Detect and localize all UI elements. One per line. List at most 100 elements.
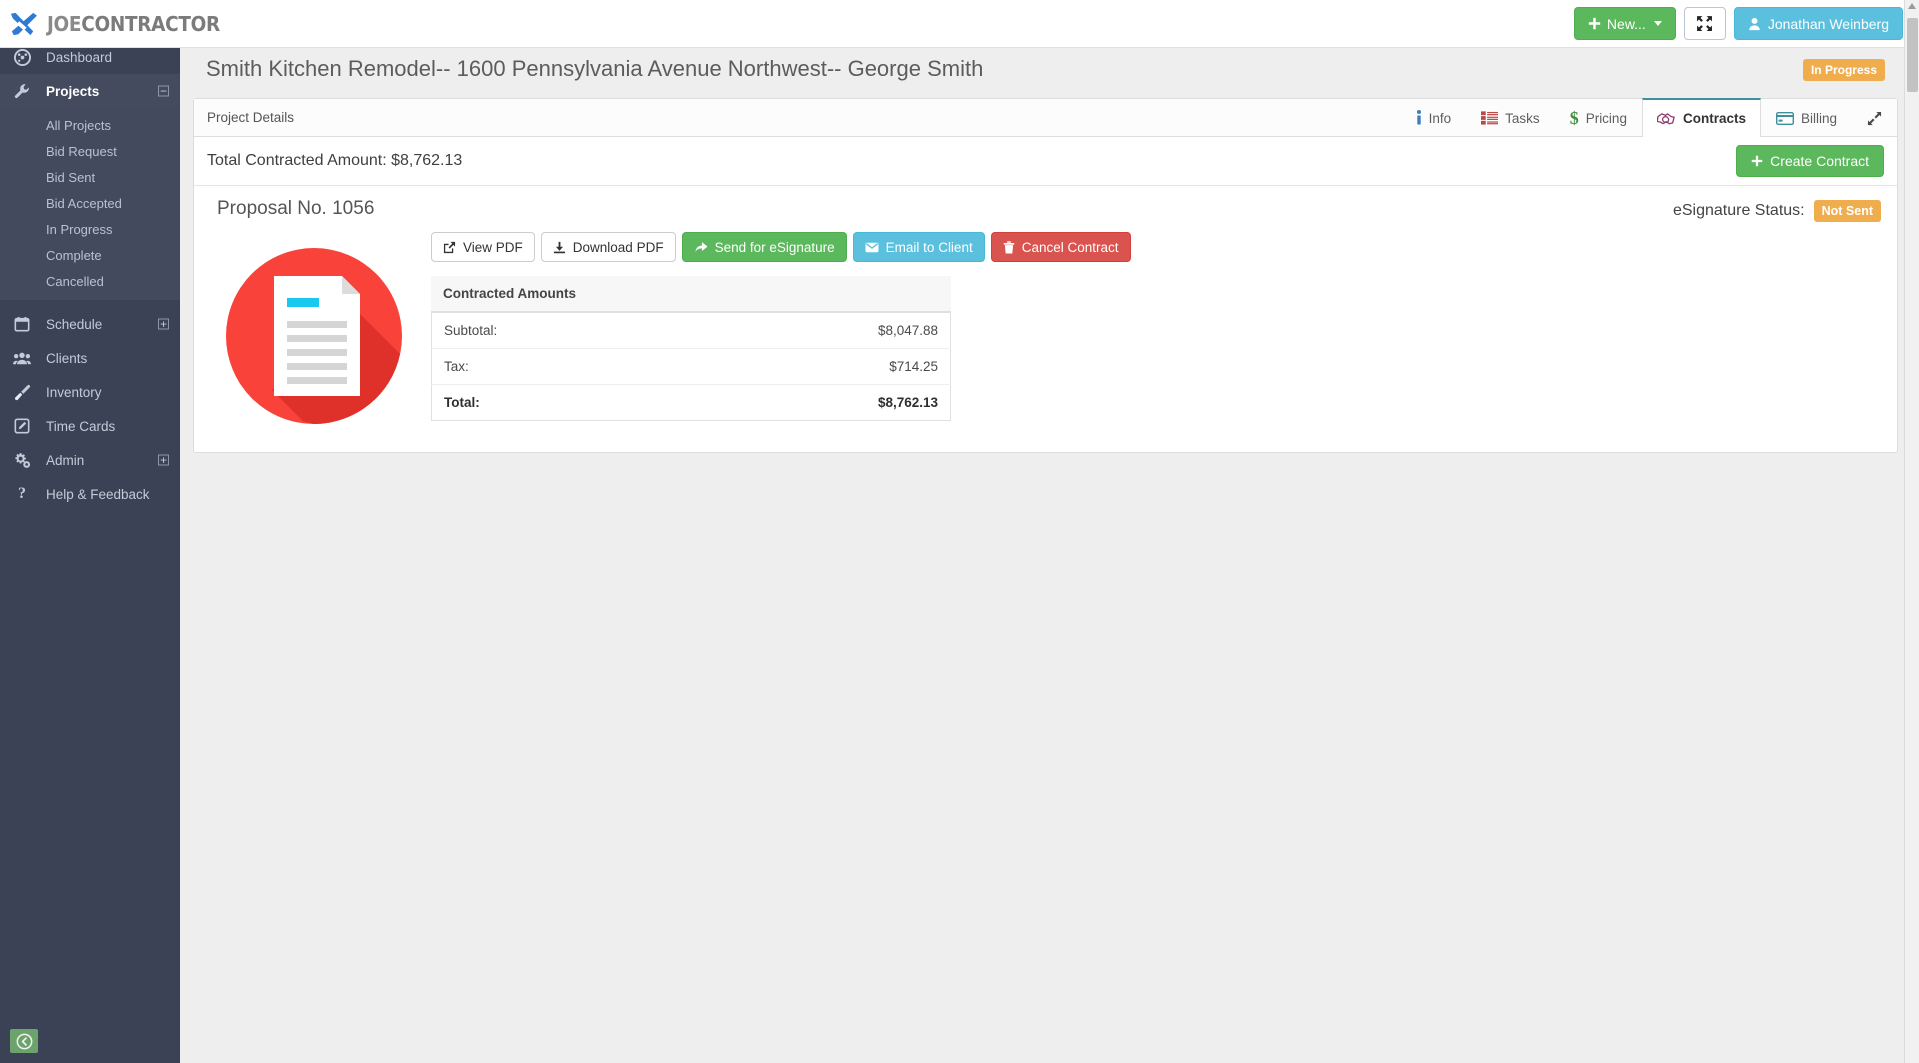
sidebar-subitem-complete[interactable]: Complete [0,242,180,268]
panel-expand-button[interactable] [1852,99,1897,137]
status-badge: In Progress [1802,59,1885,81]
expand-plus-icon[interactable]: + [158,318,169,330]
arrow-circle-left-icon [16,1033,32,1049]
expand-arrows-icon [1697,16,1713,31]
esignature-status-badge: Not Sent [1813,200,1881,222]
sidebar-subitem-label: Bid Accepted [46,195,122,211]
sidebar-item-label: Clients [46,350,88,366]
envelope-icon [865,242,879,252]
total-contracted-row: Total Contracted Amount: $8,762.13 Creat… [194,137,1897,186]
plus-icon [1751,155,1763,167]
new-button-label: New... [1606,15,1646,32]
sidebar-item-label: Schedule [46,316,103,332]
sidebar-item-clients[interactable]: Clients [0,341,180,375]
dollar-icon: $ [1569,107,1579,128]
brand-name-first: Joe [47,12,82,36]
sidebar: Dashboard Projects − All Projects Bid Re… [0,40,180,1063]
chevron-down-icon [1653,21,1662,26]
trash-icon [1003,240,1014,253]
contract-body: Proposal No. 1056 eSignature Status: Not… [194,186,1897,452]
dashboard-gauge-icon [10,48,34,66]
panel-title: Project Details [207,110,295,125]
amount-value: $8,762.13 [680,384,951,421]
sidebar-collapse-button[interactable] [10,1029,38,1053]
sidebar-subitem-label: Cancelled [46,273,104,289]
people-icon [10,350,34,366]
sidebar-submenu-projects: All Projects Bid Request Bid Sent Bid Ac… [0,108,180,300]
page-title: Smith Kitchen Remodel-- 1600 Pennsylvani… [206,56,984,81]
page-header: Smith Kitchen Remodel-- 1600 Pennsylvani… [180,40,1911,98]
view-pdf-button[interactable]: View PDF [431,232,535,262]
calendar-icon [10,316,34,332]
sidebar-item-inventory[interactable]: Inventory [0,375,180,409]
new-button[interactable]: New... [1573,7,1676,40]
esignature-status-label: eSignature Status: [1672,202,1805,219]
sidebar-item-label: Admin [46,452,85,468]
email-to-client-button[interactable]: Email to Client [852,232,985,262]
tab-contracts[interactable]: Contracts [1641,98,1761,138]
top-bar: JoeContractor New... Jonathan Weinberg [0,0,1919,48]
brand-logo[interactable]: JoeContractor [8,0,220,48]
total-contracted-amount: Total Contracted Amount: $8,762.13 [207,152,463,169]
create-contract-button[interactable]: Create Contract [1736,145,1884,177]
cancel-contract-button[interactable]: Cancel Contract [990,232,1131,262]
crossed-tools-icon [10,12,37,36]
contracted-amounts-table: Contracted Amounts Subtotal: $8,047.88 T… [431,276,951,421]
sidebar-subitem-label: Bid Sent [46,169,96,185]
sidebar-subitem-label: All Projects [46,117,112,133]
contract-thumbnail[interactable] [207,232,421,426]
download-pdf-button[interactable]: Download PDF [540,232,676,262]
send-for-esignature-button[interactable]: Send for eSignature [681,232,847,262]
share-arrow-icon [695,241,708,252]
user-name-label: Jonathan Weinberg [1767,15,1889,32]
proposal-title: Proposal No. 1056 [217,198,375,219]
amount-label: Subtotal: [444,323,498,338]
handshake-icon [1656,112,1676,126]
paint-brush-icon [10,384,34,401]
sidebar-subitem-bid-request[interactable]: Bid Request [0,138,180,164]
table-row: Total: $8,762.13 [431,384,951,421]
tab-label: Info [1428,110,1452,126]
contract-action-buttons: View PDF Download PDF Send for eSignatur… [431,232,1884,262]
panel-tabs: Info Tasks $ Pricing Contracts Billing [1401,98,1897,138]
expand-plus-icon[interactable]: + [158,454,169,466]
user-icon [1749,17,1760,30]
tasks-list-icon [1481,111,1499,125]
sidebar-item-projects[interactable]: Projects − [0,74,180,108]
scrollbar-thumb[interactable] [1907,18,1918,92]
amount-value: $714.25 [680,348,951,385]
esignature-status-group: eSignature Status: Not Sent [1673,200,1881,222]
sidebar-item-time-cards[interactable]: Time Cards [0,409,180,443]
main-content: Smith Kitchen Remodel-- 1600 Pennsylvani… [180,40,1911,1063]
table-row: Tax: $714.25 [431,348,951,385]
tab-label: Billing [1800,110,1837,126]
sidebar-subitem-in-progress[interactable]: In Progress [0,216,180,242]
sidebar-subitem-cancelled[interactable]: Cancelled [0,268,180,294]
user-menu-button[interactable]: Jonathan Weinberg [1733,7,1903,40]
panel-header: Project Details Info Tasks $ Pricing Con… [194,98,1897,138]
sidebar-item-admin[interactable]: Admin + [0,443,180,477]
table-row: Subtotal: $8,047.88 [432,313,951,349]
fullscreen-button[interactable] [1683,7,1726,40]
tab-billing[interactable]: Billing [1761,99,1852,137]
sidebar-item-label: Help & Feedback [46,486,150,502]
sidebar-item-label: Time Cards [46,418,116,434]
tab-tasks[interactable]: Tasks [1466,99,1555,137]
gears-icon [10,452,34,469]
sidebar-subitem-bid-sent[interactable]: Bid Sent [0,164,180,190]
download-icon [553,241,565,253]
sidebar-divider [0,300,180,307]
sidebar-subitem-label: Bid Request [46,143,117,159]
tab-info[interactable]: Info [1401,99,1467,137]
collapse-minus-icon[interactable]: − [158,85,169,97]
brand-name-second: Contractor [81,12,220,36]
tab-pricing[interactable]: $ Pricing [1555,99,1642,137]
plus-icon [1588,17,1601,30]
sidebar-item-help-feedback[interactable]: ? Help & Feedback [0,477,180,511]
sidebar-item-schedule[interactable]: Schedule + [0,307,180,341]
page-scrollbar[interactable] [1904,0,1919,1063]
tab-label: Contracts [1682,111,1746,126]
sidebar-subitem-all-projects[interactable]: All Projects [0,112,180,138]
sidebar-subitem-bid-accepted[interactable]: Bid Accepted [0,190,180,216]
scroll-up-arrow-icon[interactable] [1908,3,1916,9]
